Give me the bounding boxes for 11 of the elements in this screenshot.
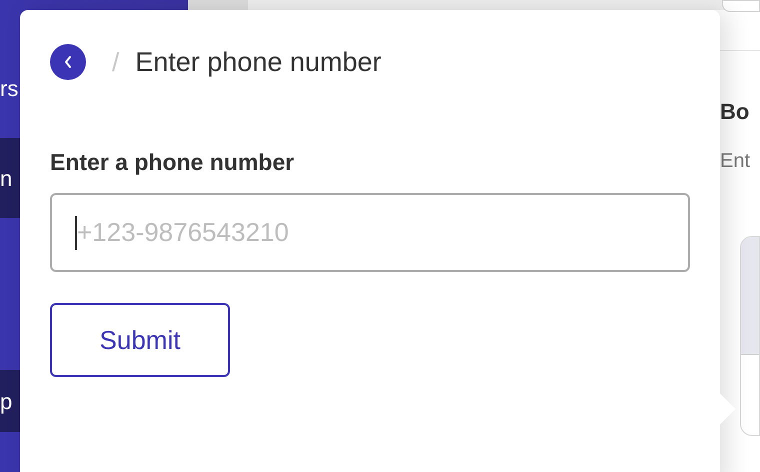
field-label: Enter a phone number [50, 148, 296, 177]
section-subheading: Ent [720, 149, 752, 174]
phone-input[interactable]: +123-9876543210 [50, 193, 690, 272]
popover-title: Enter phone number [135, 46, 382, 79]
submit-button[interactable]: Submit [50, 303, 230, 377]
section-heading: Bo [720, 98, 750, 126]
chevron-left-icon [63, 55, 73, 70]
top-bar [188, 0, 248, 10]
breadcrumb-separator: / [112, 46, 120, 79]
back-button[interactable] [50, 44, 86, 80]
text-cursor [75, 216, 77, 250]
